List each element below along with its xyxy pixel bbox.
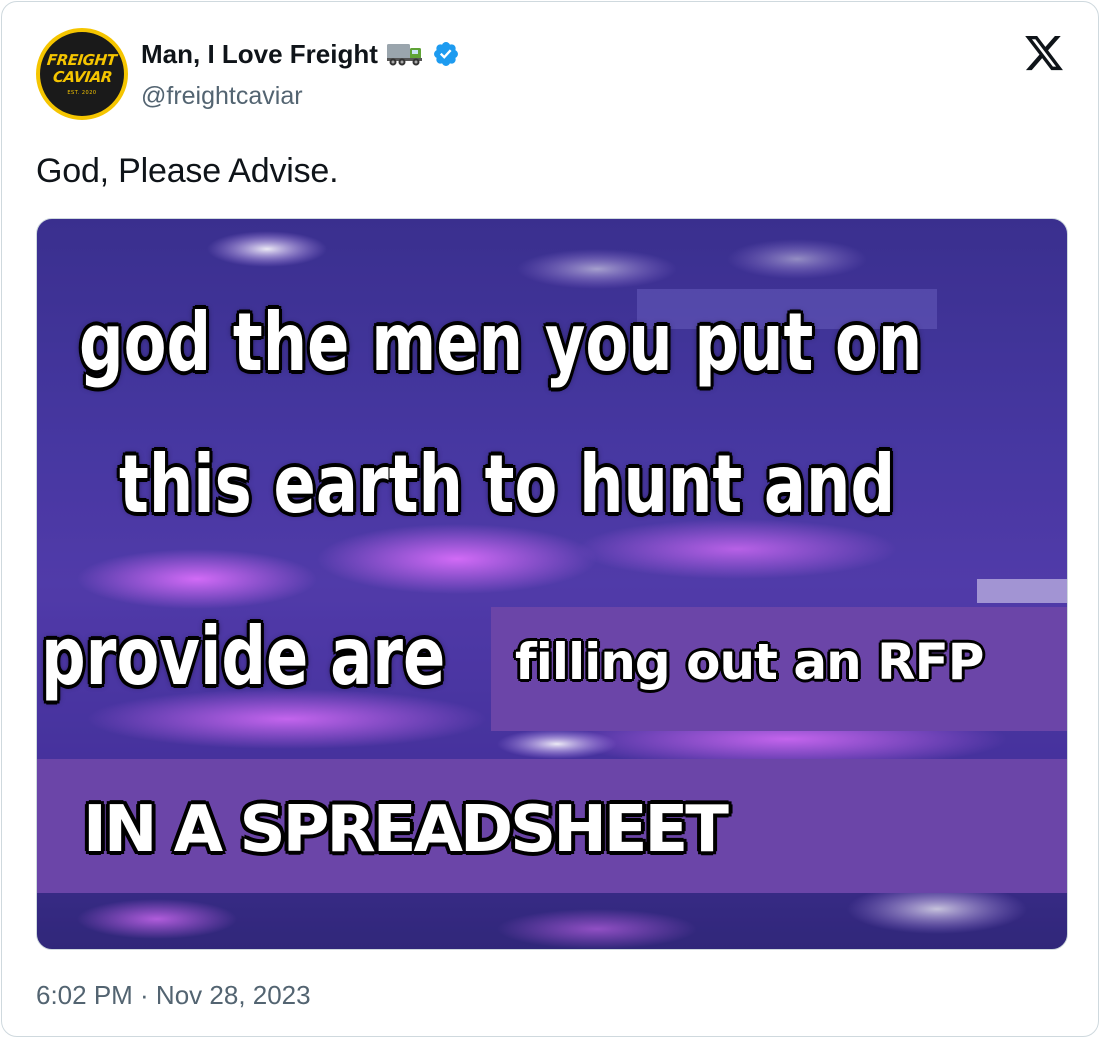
verified-badge-icon[interactable] — [432, 40, 460, 68]
avatar[interactable]: FREIGHT CAVIAR EST. 2020 — [36, 28, 128, 120]
tweet-card: FREIGHT CAVIAR EST. 2020 Man, I Love Fre… — [1, 1, 1099, 1037]
meme-caption-line-2: this earth to hunt and — [119, 438, 896, 531]
tweet-timestamp[interactable]: 6:02 PM · Nov 28, 2023 — [36, 980, 311, 1011]
author-name-row: Man, I Love Freight — [141, 36, 460, 72]
overlay-spreadsheet-text: IN A SPREADSHEET — [83, 793, 729, 867]
tweet-text: God, Please Advise. — [36, 152, 339, 190]
tweet-media-image[interactable]: god the men you put on this earth to hun… — [36, 218, 1068, 950]
overlay-spreadsheet-box: IN A SPREADSHEET — [37, 759, 1067, 893]
avatar-text-line2: CAVIAR — [51, 67, 113, 86]
meme-caption-line-3: provide are — [41, 610, 446, 703]
overlay-rfp-text: filling out an RFP — [515, 633, 984, 691]
display-name[interactable]: Man, I Love Freight — [141, 39, 378, 70]
x-logo-icon[interactable] — [1022, 32, 1066, 74]
overlay-rfp-box: filling out an RFP — [491, 607, 1067, 731]
author-handle[interactable]: @freightcaviar — [141, 82, 303, 111]
meme-caption-line-1: god the men you put on — [79, 296, 923, 389]
avatar-text-line1: FREIGHT — [46, 50, 118, 69]
avatar-text-line3: EST. 2020 — [67, 89, 97, 96]
truck-icon — [386, 44, 422, 66]
